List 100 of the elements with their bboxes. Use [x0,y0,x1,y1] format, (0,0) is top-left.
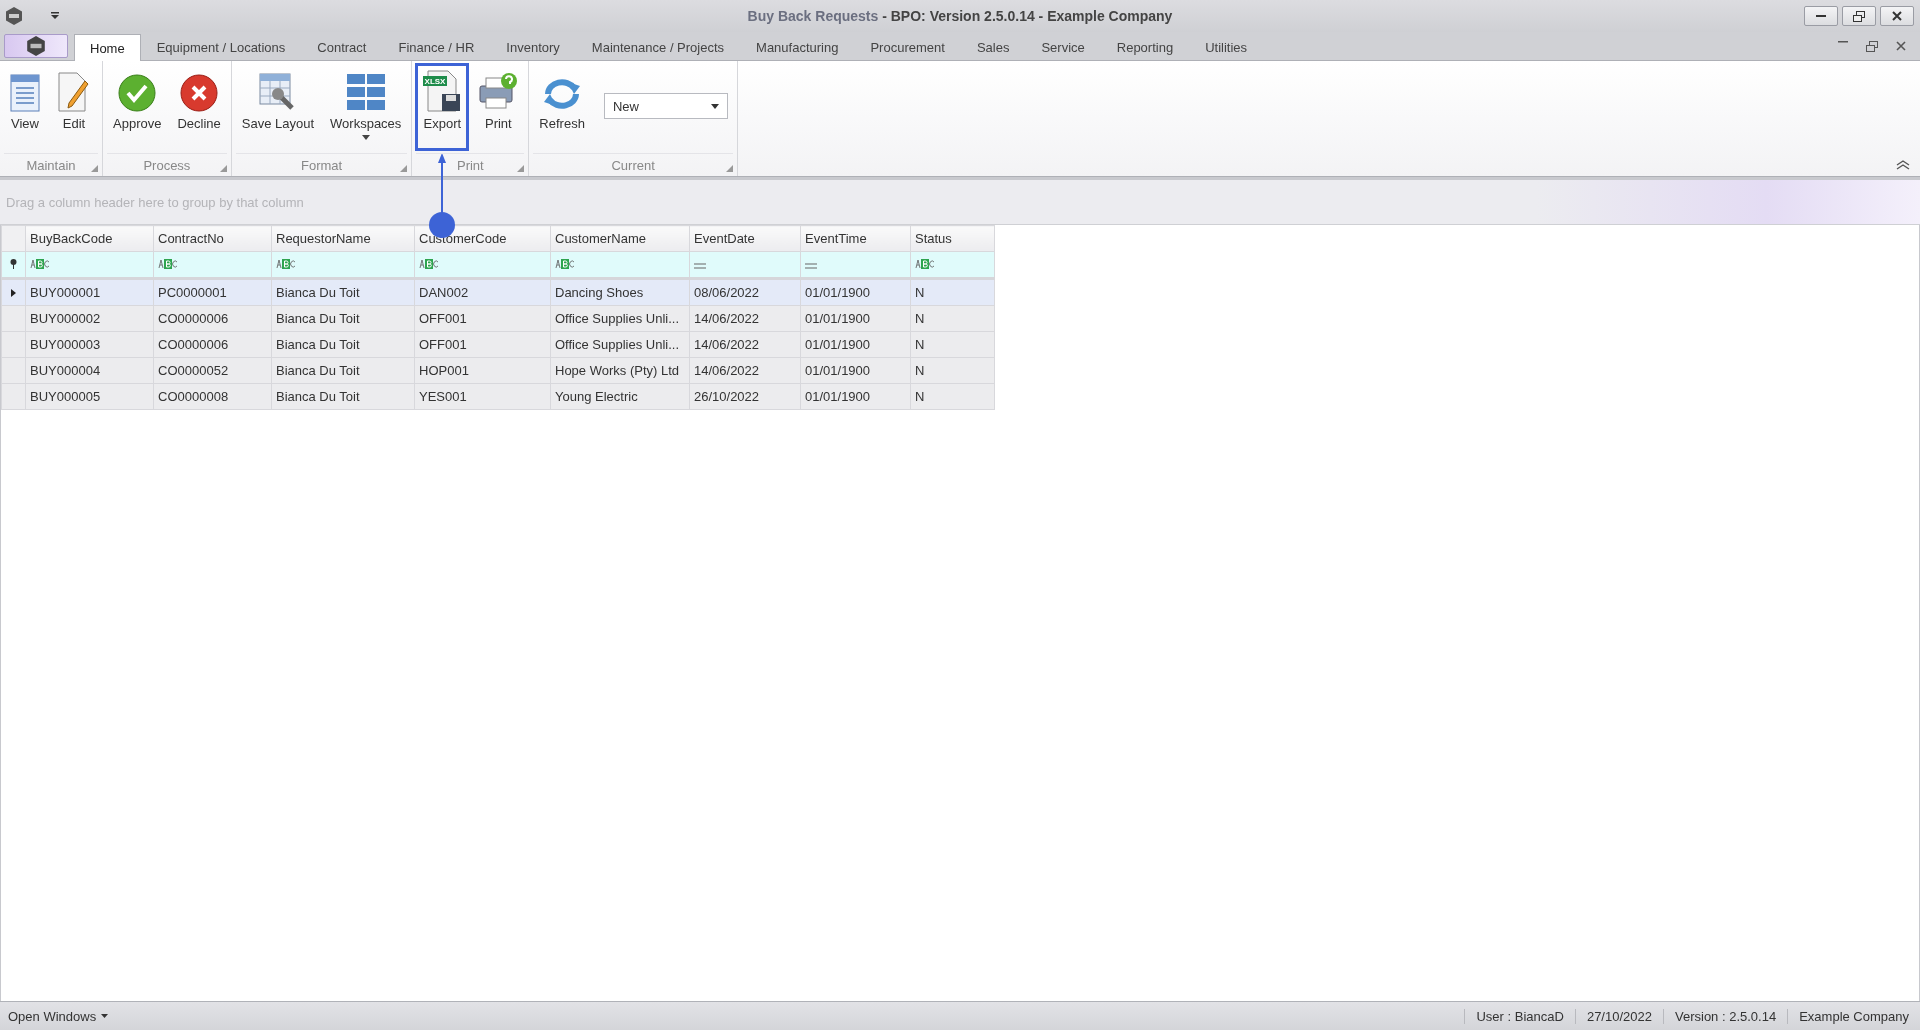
ribbon-tab[interactable]: Inventory [490,34,576,60]
column-header[interactable]: CustomerCode [414,225,551,252]
table-cell: BUY000003 [25,331,154,358]
table-cell: N [910,331,995,358]
dialog-launcher-icon[interactable] [219,165,227,172]
table-cell: Bianca Du Toit [271,278,415,306]
group-label: Print [457,157,484,173]
filter-cell[interactable] [153,251,272,279]
dialog-launcher-icon[interactable] [400,165,408,172]
column-header[interactable]: BuyBackCode [25,225,154,252]
table-cell: Young Electric [550,383,690,410]
table-cell: 08/06/2022 [689,278,801,306]
equals-filter-icon [694,263,706,269]
group-label: Maintain [26,157,76,173]
tiles-icon [345,72,386,112]
dropdown-field[interactable]: New [603,93,728,119]
ribbon-tab[interactable]: Service [1025,34,1101,60]
filter-cell[interactable] [800,251,911,279]
restore-icon[interactable] [1866,40,1878,52]
ribbon-tab[interactable]: Reporting [1100,34,1190,60]
text-filter-icon [30,259,50,269]
app-logo-icon [4,6,24,26]
table-cell: 14/06/2022 [689,305,801,332]
text-filter-icon [276,259,296,269]
toolbar-button[interactable]: Edit [49,63,99,151]
ribbon-tab[interactable]: Finance / HR [382,34,491,60]
ribbon-tab[interactable]: Contract [301,34,383,60]
toolbar-button[interactable]: Decline [170,63,228,151]
ribbon-tab[interactable]: Sales [960,34,1026,60]
table-cell: Dancing Shoes [550,278,690,306]
dialog-launcher-icon[interactable] [725,165,733,172]
column-header[interactable]: EventTime [800,225,911,252]
table-cell: N [910,383,995,410]
table-cell: Bianca Du Toit [271,383,415,410]
table-cell: DAN002 [414,278,551,306]
table-cell: 01/01/1900 [800,357,911,384]
ribbon-tab[interactable]: Utilities [1189,34,1264,60]
table-cell: Office Supplies Unli... [550,331,690,358]
toolbar-button[interactable]: Save Layout [234,63,322,151]
refresh-icon [542,76,583,112]
toolbar-button[interactable]: XLSX Export [415,63,470,151]
ribbon-tab[interactable]: Equipment / Locations [140,34,302,60]
toolbar-button[interactable]: Approve [106,63,169,151]
ribbon-tab[interactable]: Procurement [854,34,961,60]
filter-cell[interactable] [910,251,995,279]
close-button[interactable] [1880,6,1914,26]
open-windows-button[interactable]: Open Windows [0,1008,117,1024]
application-menu-button[interactable] [4,34,68,58]
group-label: Current [611,157,655,173]
minimize-button[interactable] [1804,6,1838,26]
table-cell: CO0000006 [153,331,272,358]
dialog-launcher-icon[interactable] [517,165,525,172]
table-cell: BUY000004 [25,357,154,384]
table-cell: YES001 [414,383,551,410]
table-cell: CO0000008 [153,383,272,410]
status-text: Version : 2.5.0.14 [1663,1008,1788,1024]
ribbon-tab[interactable]: Manufacturing [740,34,855,60]
table-cell: BUY000002 [25,305,154,332]
dropdown-caret-icon[interactable] [50,12,60,20]
column-header[interactable]: CustomerName [550,225,690,252]
collapse-ribbon-icon[interactable] [1896,160,1910,170]
dialog-launcher-icon[interactable] [91,165,98,172]
restore-button[interactable] [1842,6,1876,26]
filter-cell[interactable] [550,251,690,279]
table-cell: 01/01/1900 [800,278,911,306]
close-icon[interactable] [1896,40,1906,51]
status-text: User : BiancaD [1464,1008,1575,1024]
column-header[interactable]: Status [910,225,995,252]
toolbar-button[interactable]: Workspaces [323,63,409,151]
caret-icon [361,135,370,140]
table-cell: 26/10/2022 [689,383,801,410]
minimize-icon [1816,15,1826,17]
toolbar-button[interactable]: Print [471,63,526,151]
toolbar-button[interactable]: View [3,63,47,151]
table-cell: 14/06/2022 [689,331,801,358]
table-cell: N [910,305,995,332]
text-filter-icon [915,259,935,269]
toolbar-button[interactable]: Refresh [532,63,592,151]
table-cell: Bianca Du Toit [271,305,415,332]
ribbon-tab[interactable]: Maintenance / Projects [575,34,741,60]
column-header[interactable]: ContractNo [153,225,272,252]
text-filter-icon [158,259,178,269]
status-text: 27/10/2022 [1574,1008,1663,1024]
filter-cell[interactable] [25,251,154,279]
status-text: Example Company [1787,1008,1920,1024]
filter-cell[interactable] [271,251,415,279]
column-header[interactable]: EventDate [689,225,801,252]
app-logo-icon [25,35,47,57]
filter-cell[interactable] [414,251,551,279]
table-cell: PC0000001 [153,278,272,306]
column-header[interactable]: RequestorName [271,225,415,252]
row-indicator[interactable] [1,278,26,306]
filter-pin-icon [10,259,17,269]
ribbon-tab[interactable]: Home [74,34,141,61]
filter-cell[interactable] [689,251,801,279]
table-cell: 01/01/1900 [800,383,911,410]
table-cell: OFF001 [414,305,551,332]
group-label: Process [143,157,191,173]
minimize-icon[interactable] [1838,40,1848,43]
group-label: Format [301,157,343,173]
